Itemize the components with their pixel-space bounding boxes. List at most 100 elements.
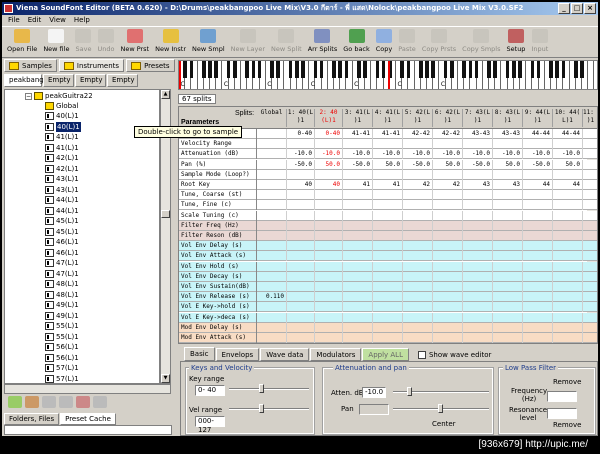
parameter-cell[interactable]	[373, 139, 403, 150]
parameter-cell[interactable]	[257, 261, 287, 272]
parameter-cell[interactable]: 42	[403, 180, 433, 190]
parameter-cell[interactable]	[257, 251, 287, 262]
tree-item[interactable]: 43(L)1	[45, 174, 79, 184]
bottom-tab-0[interactable]: Folders, Files	[4, 413, 60, 425]
parameter-cell[interactable]	[433, 271, 463, 282]
parameter-cell[interactable]	[553, 261, 583, 272]
parameter-cell[interactable]	[257, 333, 287, 343]
parameter-cell[interactable]	[553, 241, 583, 252]
new-layer-button[interactable]: New Layer	[228, 27, 268, 53]
parameter-cell[interactable]: 41-41	[373, 129, 403, 139]
parameter-cell[interactable]: -10.0	[463, 149, 493, 160]
parameter-cell[interactable]: 43	[493, 180, 523, 190]
parameter-cell[interactable]: 50.0	[433, 159, 463, 170]
tree-action-icon[interactable]	[25, 396, 39, 408]
parameter-cell[interactable]: 0-40	[315, 129, 343, 139]
tree-item[interactable]: 57(L)1	[45, 363, 79, 373]
parameter-cell[interactable]	[257, 129, 287, 139]
parameter-cell[interactable]	[433, 241, 463, 252]
parameter-cell[interactable]	[343, 190, 373, 201]
parameter-cell[interactable]	[463, 200, 493, 211]
tree-root[interactable]: − peakGuitra22	[25, 91, 93, 101]
parameter-cell[interactable]	[583, 149, 597, 159]
parameter-cell[interactable]	[553, 169, 583, 180]
split-column-header[interactable]: 6: 42(L )1	[433, 109, 463, 127]
parameter-cell[interactable]	[287, 251, 315, 262]
parameter-cell[interactable]	[523, 322, 553, 333]
parameter-cell[interactable]	[403, 190, 433, 201]
parameter-cell[interactable]: -10.0	[403, 149, 433, 160]
parameter-cell[interactable]	[523, 200, 553, 211]
parameter-cell[interactable]	[493, 302, 523, 313]
parameter-cell[interactable]: 50.0	[373, 159, 403, 170]
parameter-cell[interactable]	[257, 282, 287, 292]
parameter-cell[interactable]	[287, 333, 315, 343]
tree-item[interactable]: 46(L)1	[45, 237, 79, 247]
parameter-cell[interactable]	[373, 261, 403, 272]
tree-action-icon[interactable]	[93, 396, 107, 408]
key-range-slider[interactable]	[229, 384, 309, 394]
parameter-cell[interactable]	[257, 302, 287, 313]
tab-presets[interactable]: Presets	[126, 59, 175, 72]
tree-item[interactable]: 44(L)1	[45, 206, 79, 216]
black-key[interactable]	[450, 61, 454, 78]
parameter-cell[interactable]	[433, 231, 463, 241]
black-key[interactable]	[487, 61, 491, 78]
parameter-cell[interactable]	[403, 231, 433, 241]
parameter-cell[interactable]	[553, 220, 583, 231]
parameter-cell[interactable]	[315, 271, 343, 282]
parameter-cell[interactable]	[553, 200, 583, 211]
parameter-cell[interactable]	[553, 292, 583, 303]
parameter-cell[interactable]	[315, 292, 343, 303]
black-key[interactable]	[406, 61, 411, 78]
parameter-cell[interactable]	[433, 292, 463, 303]
parameter-cell[interactable]	[257, 220, 287, 231]
tree-global[interactable]: Global	[45, 101, 78, 111]
parameter-cell[interactable]	[403, 271, 433, 282]
tree-item[interactable]: 47(L)1	[45, 269, 79, 279]
parameter-cell[interactable]	[257, 190, 287, 201]
parameter-cell[interactable]	[403, 333, 433, 343]
parameter-cell[interactable]	[257, 159, 287, 170]
parameter-cell[interactable]	[315, 139, 343, 150]
black-key[interactable]	[493, 61, 497, 78]
parameter-cell[interactable]: -10.0	[343, 149, 373, 160]
parameter-cell[interactable]	[433, 169, 463, 180]
parameter-cell[interactable]	[523, 292, 553, 303]
parameter-cell[interactable]	[463, 271, 493, 282]
parameter-cell[interactable]: -50.0	[463, 159, 493, 170]
editor-tab-wave-data[interactable]: Wave data	[260, 348, 310, 361]
paste-button[interactable]: Paste	[395, 27, 419, 53]
split-column-header[interactable]: 8: 43(L )1	[493, 109, 523, 127]
black-key[interactable]	[549, 61, 553, 78]
parameter-cell[interactable]	[315, 169, 343, 180]
parameter-cell[interactable]	[493, 312, 523, 323]
split-column-header[interactable]: 3: 41(L )1	[343, 109, 373, 127]
parameter-cell[interactable]	[315, 261, 343, 272]
parameter-cell[interactable]	[433, 302, 463, 313]
parameter-cell[interactable]	[343, 292, 373, 303]
tree-item[interactable]: 41(L)1	[45, 143, 79, 153]
parameter-cell[interactable]	[257, 200, 287, 211]
parameter-cell[interactable]	[463, 261, 493, 272]
parameter-cell[interactable]: -10.0	[433, 149, 463, 160]
new-smpl-button[interactable]: New Smpl	[189, 27, 228, 53]
tree-item[interactable]: 56(L)1	[45, 353, 79, 363]
parameter-cell[interactable]	[433, 312, 463, 323]
parameter-cell[interactable]	[403, 200, 433, 211]
parameter-cell[interactable]	[315, 302, 343, 313]
black-key[interactable]	[574, 61, 578, 78]
parameter-cell[interactable]	[315, 220, 343, 231]
subtab-0[interactable]: peakbang	[4, 74, 44, 87]
split-column-header[interactable]: 4: 41(L )1	[373, 109, 403, 127]
parameter-cell[interactable]	[583, 221, 597, 231]
parameter-cell[interactable]	[373, 333, 403, 343]
parameter-cell[interactable]	[257, 312, 287, 323]
parameter-cell[interactable]: 50.0	[315, 159, 343, 170]
parameter-cell[interactable]	[287, 322, 315, 333]
parameter-cell[interactable]	[583, 190, 597, 200]
pan-field[interactable]	[359, 404, 389, 415]
parameter-cell[interactable]	[583, 180, 597, 190]
parameter-cell[interactable]	[523, 282, 553, 292]
collapse-icon[interactable]: −	[25, 92, 32, 100]
